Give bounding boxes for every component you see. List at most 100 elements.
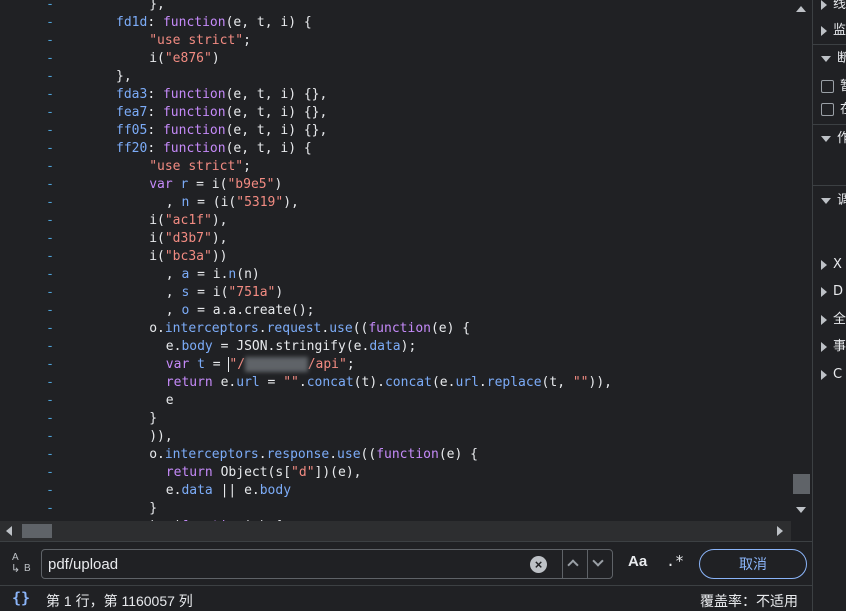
- collapsed-triangle-icon[interactable]: [821, 286, 827, 297]
- code-text: return e.url = "".concat(t).concat(e.url…: [166, 374, 612, 392]
- code-line[interactable]: - var r = i("b9e5"): [0, 176, 791, 194]
- code-token: ;: [346, 357, 355, 372]
- scroll-left-arrow[interactable]: [6, 526, 12, 536]
- gutter-marker: -: [46, 141, 54, 156]
- gutter-marker: -: [46, 0, 54, 12]
- side-panel-item[interactable]: 全: [821, 311, 846, 329]
- side-panel-label: 在: [840, 102, 846, 117]
- code-token: return: [165, 375, 213, 390]
- side-panel-item[interactable]: C: [821, 366, 842, 384]
- expanded-triangle-icon[interactable]: [821, 197, 831, 204]
- code-token: function: [162, 105, 226, 120]
- code-line[interactable]: - i("e876"): [0, 50, 791, 68]
- expanded-triangle-icon[interactable]: [821, 55, 831, 62]
- code-line[interactable]: - i("bc3a")): [0, 248, 791, 266]
- code-line[interactable]: - , a = i.n(n): [0, 266, 791, 284]
- clear-search-icon[interactable]: ×: [530, 556, 547, 573]
- vertical-scroll-thumb[interactable]: [793, 474, 810, 494]
- checkbox[interactable]: [821, 103, 834, 116]
- code-token: = a.a.create();: [189, 303, 315, 318]
- scroll-right-arrow[interactable]: [777, 526, 783, 536]
- code-token: ,: [165, 303, 182, 318]
- side-panel-item[interactable]: X: [821, 256, 842, 274]
- vertical-scrollbar[interactable]: [791, 0, 812, 521]
- collapsed-triangle-icon[interactable]: [821, 259, 827, 270]
- side-panel-label: 作: [837, 131, 846, 146]
- collapsed-triangle-icon[interactable]: [821, 341, 827, 352]
- code-line[interactable]: - "use strict";: [0, 32, 791, 50]
- code-line[interactable]: - , n = (i("5319"),: [0, 194, 791, 212]
- pretty-print-icon[interactable]: {}: [12, 589, 30, 607]
- code-line[interactable]: - o.interceptors.request.use((function(e)…: [0, 320, 791, 338]
- code-token: :: [147, 141, 163, 156]
- code-line[interactable]: - fea7: function(e, t, i) {},: [0, 104, 791, 122]
- horizontal-scrollbar[interactable]: [0, 521, 791, 541]
- code-line[interactable]: - return Object(s["d"])(e),: [0, 464, 791, 482]
- code-line[interactable]: - i("d3b7"),: [0, 230, 791, 248]
- previous-match-button[interactable]: [562, 550, 584, 578]
- search-replace-icon[interactable]: A ↳ B: [10, 552, 34, 576]
- code-line[interactable]: - e.body = JSON.stringify(e.data);: [0, 338, 791, 356]
- next-match-button[interactable]: [587, 550, 609, 578]
- code-line[interactable]: - return e.url = "".concat(t).concat(e.ur…: [0, 374, 791, 392]
- code-line[interactable]: - i("ac1f"),: [0, 212, 791, 230]
- side-panel-item[interactable]: 事: [821, 338, 846, 356]
- checkbox[interactable]: [821, 80, 834, 93]
- match-case-button[interactable]: Aa: [628, 553, 647, 570]
- collapsed-triangle-icon[interactable]: [821, 314, 827, 325]
- gutter-marker: -: [46, 231, 54, 246]
- side-panel-item[interactable]: 作: [821, 130, 846, 148]
- code-line[interactable]: - "use strict";: [0, 158, 791, 176]
- code-line[interactable]: - , o = a.a.create();: [0, 302, 791, 320]
- code-editor[interactable]: -}, - fd1d: function(e, t, i) {- "use stric…: [0, 0, 791, 521]
- code-line[interactable]: - e.data || e.body: [0, 482, 791, 500]
- search-input[interactable]: [42, 550, 542, 578]
- code-line[interactable]: -)),: [0, 428, 791, 446]
- code-line[interactable]: -}: [0, 410, 791, 428]
- horizontal-scroll-thumb[interactable]: [22, 524, 52, 538]
- code-line[interactable]: -},: [0, 68, 791, 86]
- gutter-marker: -: [46, 501, 54, 516]
- code-token: ])(e),: [314, 465, 362, 480]
- code-token: body: [181, 339, 213, 354]
- collapsed-triangle-icon[interactable]: [821, 0, 827, 10]
- side-panel-item[interactable]: D: [821, 283, 843, 301]
- side-panel-item[interactable]: 调: [821, 192, 846, 210]
- divider: [813, 185, 846, 186]
- scroll-up-arrow[interactable]: [796, 6, 806, 12]
- side-panel-item[interactable]: 线: [821, 0, 846, 14]
- code-token: ): [274, 177, 283, 192]
- search-bar: A↳B × Aa .* 取消: [0, 541, 812, 585]
- code-line[interactable]: - ff20: function(e, t, i) {: [0, 140, 791, 158]
- regex-button[interactable]: .*: [666, 552, 684, 570]
- side-panel-item[interactable]: 暂: [821, 78, 846, 96]
- code-token: e.: [165, 339, 182, 354]
- gutter-marker: -: [46, 249, 54, 264]
- code-text: ff20: function(e, t, i) {: [116, 140, 312, 158]
- code-line[interactable]: - fd1d: function(e, t, i) {: [0, 14, 791, 32]
- code-line[interactable]: -}: [0, 500, 791, 518]
- code-line[interactable]: - ff05: function(e, t, i) {},: [0, 122, 791, 140]
- expanded-triangle-icon[interactable]: [821, 135, 831, 142]
- scroll-down-arrow[interactable]: [796, 507, 806, 513]
- code-token: (e.: [431, 375, 456, 390]
- collapsed-triangle-icon[interactable]: [821, 25, 827, 36]
- gutter-marker: -: [46, 213, 54, 228]
- code-token: ;: [243, 33, 251, 48]
- code-line[interactable]: - fda3: function(e, t, i) {},: [0, 86, 791, 104]
- side-panel-item[interactable]: 断: [821, 50, 846, 68]
- cancel-button[interactable]: 取消: [699, 549, 807, 579]
- code-token: "b9e5": [227, 177, 275, 192]
- code-token: i(: [149, 213, 165, 228]
- side-panel-item[interactable]: 在: [821, 101, 846, 119]
- code-line[interactable]: - o.interceptors.response.use((function(e…: [0, 446, 791, 464]
- code-token: /api": [307, 357, 347, 372]
- gutter-marker: -: [46, 123, 54, 138]
- code-token: url: [236, 375, 260, 390]
- code-line[interactable]: -},: [0, 0, 791, 14]
- code-line[interactable]: -e: [0, 392, 791, 410]
- code-line[interactable]: - , s = i("751a"): [0, 284, 791, 302]
- side-panel-item[interactable]: 监: [821, 22, 846, 40]
- code-line[interactable]: - var t = "/xxxxxxxx/api";: [0, 356, 791, 374]
- collapsed-triangle-icon[interactable]: [821, 369, 827, 380]
